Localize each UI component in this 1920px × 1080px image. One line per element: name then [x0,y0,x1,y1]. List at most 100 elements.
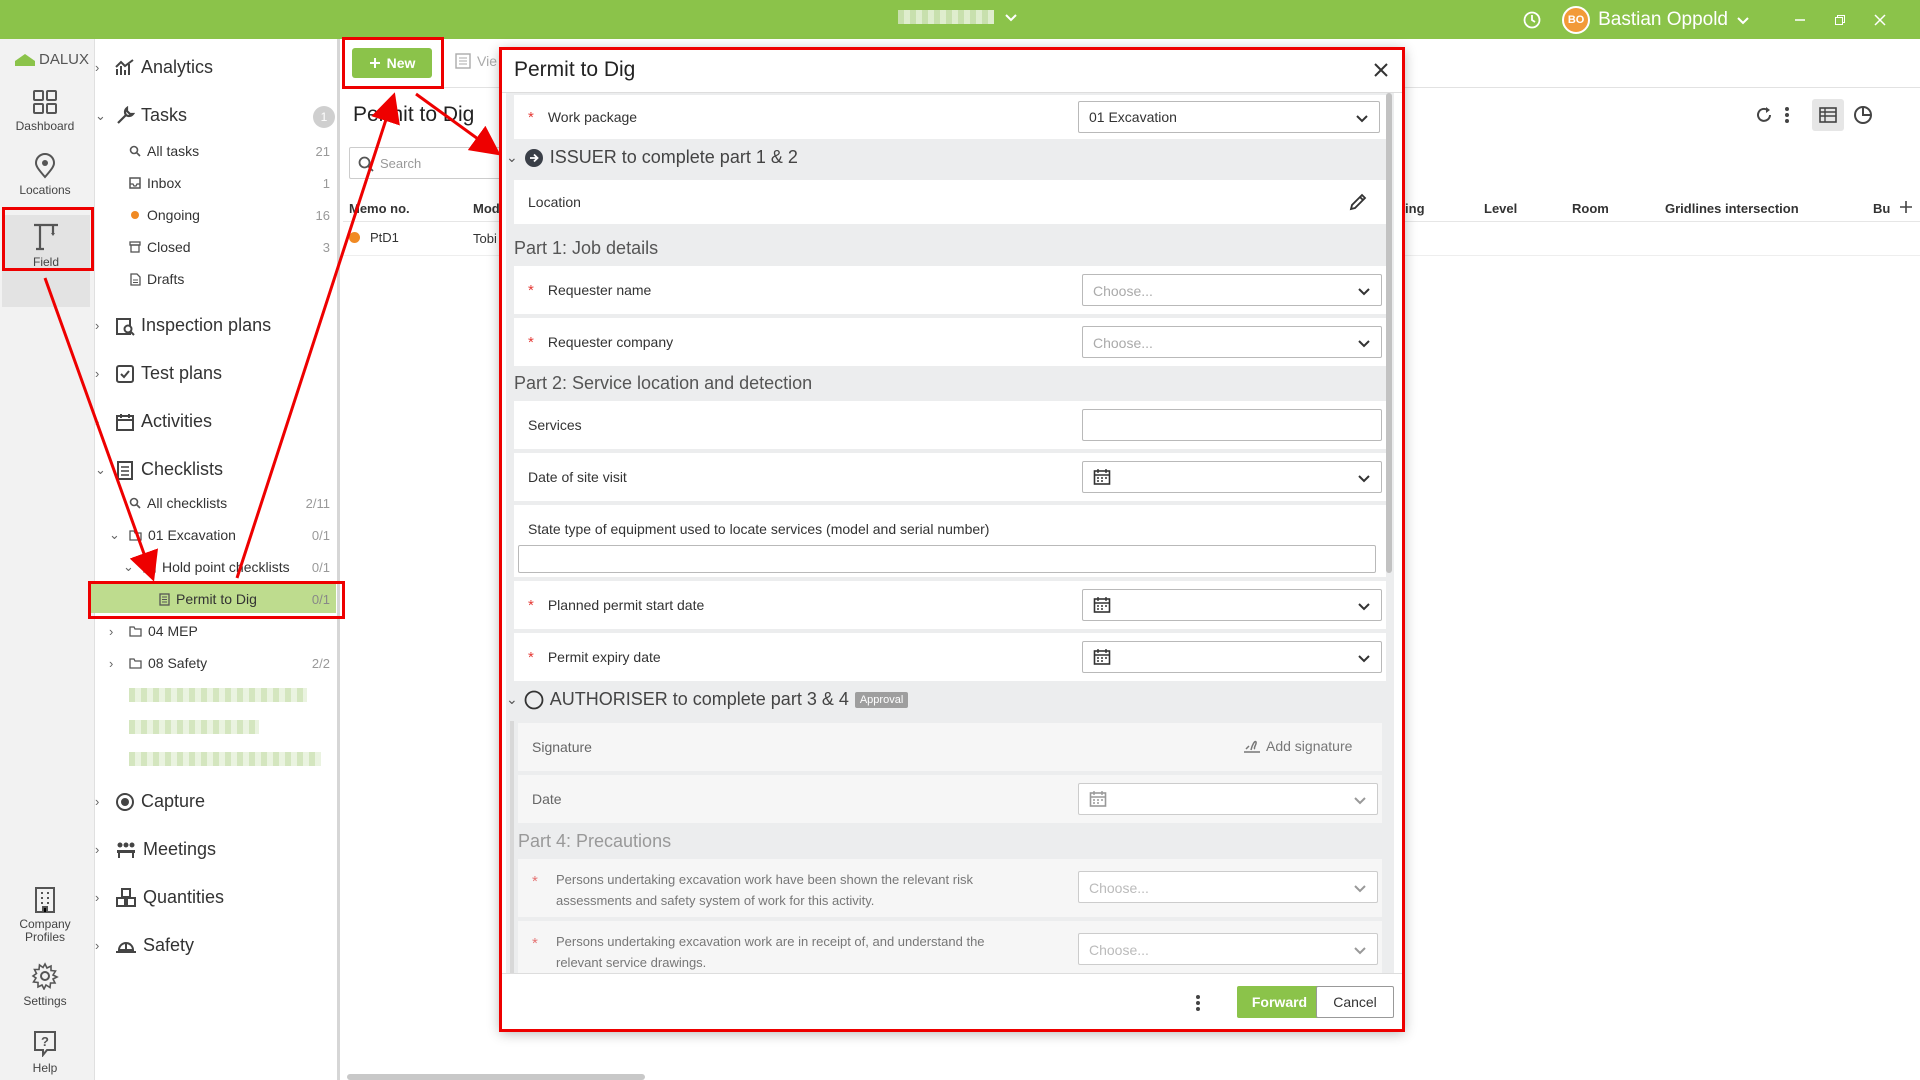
close-window-icon[interactable] [1860,13,1900,26]
minimize-icon[interactable] [1780,14,1820,26]
nav-all-tasks[interactable]: All tasks [129,143,199,159]
nav-inbox[interactable]: Inbox [129,175,181,191]
rail-settings[interactable]: Settings [0,962,90,1008]
column-header-bu[interactable]: Bu [1873,201,1890,216]
nav-tasks[interactable]: ⌄ Tasks [95,105,187,126]
permit-expiry-label: * Permit expiry date [528,649,661,666]
search-input[interactable]: Search [349,147,519,179]
refresh-icon[interactable] [1754,105,1774,125]
precaution-2-dropdown[interactable]: Choose... [1078,933,1378,965]
user-name[interactable]: Bastian Oppold [1598,9,1728,31]
more-vertical-icon[interactable] [1194,993,1202,1013]
new-button[interactable]: New [352,48,432,78]
label-text: Permit expiry date [547,649,661,665]
column-header-level[interactable]: Level [1484,201,1517,216]
avatar[interactable]: BO [1562,5,1591,34]
rail-label: Help [32,1061,58,1075]
part1-heading: Part 1: Job details [514,238,659,258]
chevron-down-icon [1357,651,1371,665]
nav-drafts[interactable]: Drafts [129,271,184,287]
chevron-right-icon: › [95,60,100,75]
nav-inspection-plans[interactable]: › Inspection plans [95,315,271,336]
vertical-scrollbar[interactable] [1386,93,1392,573]
add-column-icon[interactable] [1898,199,1914,215]
nav-all-checklists[interactable]: All checklists [129,495,227,511]
nav-label: Meetings [143,839,217,859]
status-dot-icon [131,211,139,219]
rail-locations[interactable]: Locations [0,153,90,197]
checklist-icon [115,460,135,480]
history-icon[interactable] [1522,10,1542,30]
location-pin-icon [0,153,90,179]
nav-folder-hold-point[interactable]: ⌄ Hold point checklists [123,559,290,575]
nav-activities[interactable]: › Activities [95,411,212,432]
chevron-down-icon: ⌄ [95,107,106,123]
cancel-button[interactable]: Cancel [1316,986,1394,1018]
horizontal-scrollbar[interactable] [347,1074,645,1080]
authoriser-date-picker[interactable] [1078,783,1378,815]
nav-test-plans[interactable]: › Test plans [95,363,222,384]
nav-quantities[interactable]: › Quantities [95,887,224,908]
folder-icon [129,625,142,637]
close-icon[interactable] [1372,61,1390,79]
nav-folder-01-excavation[interactable]: ⌄ 01 Excavation [109,527,236,543]
new-button-label: New [386,55,416,71]
nav-ongoing[interactable]: Ongoing [129,207,200,223]
rail-field[interactable]: Field [2,215,90,307]
nav-meetings[interactable]: › Meetings [95,839,216,860]
column-header-memo[interactable]: Memo no. [349,201,410,216]
nav-checklists[interactable]: ⌄ Checklists [95,459,223,480]
precaution-1-dropdown[interactable]: Choose... [1078,871,1378,903]
services-input[interactable] [1082,409,1382,441]
table-row[interactable]: PtD1 [349,230,399,245]
forward-button[interactable]: Forward [1237,986,1322,1018]
authoriser-group-header[interactable]: ⌄ AUTHORISER to complete part 3 & 4 Appr… [506,689,909,710]
requester-name-dropdown[interactable]: Choose... [1082,274,1382,306]
chevron-down-icon [1353,943,1367,957]
nav-permit-to-dig[interactable]: Permit to Dig [159,591,257,607]
nav-label: Analytics [141,57,214,77]
list-view-toggle[interactable] [1812,99,1844,131]
chevron-right-icon: › [95,318,100,333]
arrow-circle-icon [524,148,544,168]
services-row: Services [514,401,1386,449]
count: 3 [322,240,330,255]
nav-closed[interactable]: Closed [129,239,191,255]
restore-icon[interactable] [1820,14,1860,26]
rail-dashboard[interactable]: Dashboard [0,89,90,133]
permit-expiry-picker[interactable] [1082,641,1382,673]
rail-company-profiles[interactable]: Company Profiles [0,886,90,944]
edit-pencil-icon[interactable] [1348,192,1368,212]
rail-help[interactable]: ? Help [0,1029,90,1075]
view-button[interactable]: Vie [455,53,497,69]
chevron-down-icon[interactable] [1736,13,1750,27]
chevron-right-icon: › [95,890,100,905]
nav-analytics[interactable]: › Analytics [95,57,213,78]
label-text: Requester company [547,334,674,350]
more-vertical-icon[interactable] [1783,105,1791,125]
folder-icon [143,561,156,573]
column-header-mod[interactable]: Mod [473,201,500,216]
equipment-textarea[interactable] [518,545,1376,573]
nav-safety[interactable]: › Safety [95,935,194,956]
add-signature-button[interactable]: Add signature [1242,737,1352,755]
date-site-visit-picker[interactable] [1082,461,1382,493]
nav-capture[interactable]: › Capture [95,791,205,812]
chevron-right-icon: › [95,938,100,953]
column-header-room[interactable]: Room [1572,201,1609,216]
requester-name-row: * Requester name Choose... [514,266,1386,314]
dialog-header: Permit to Dig [500,48,1404,93]
row-mod: Tobi [473,231,497,246]
nav-folder-04-mep[interactable]: › 04 MEP [109,623,198,639]
planned-start-picker[interactable] [1082,589,1382,621]
nav-label: Activities [141,411,213,431]
status-dot-icon [349,232,360,243]
issuer-group-header[interactable]: ⌄ ISSUER to complete part 1 & 2 [506,147,798,168]
column-header-gridlines[interactable]: Gridlines intersection [1665,201,1799,216]
project-selector[interactable] [898,10,1018,24]
work-package-dropdown[interactable]: 01 Excavation [1078,101,1380,133]
nav-folder-08-safety[interactable]: › 08 Safety [109,655,207,671]
location-label: Location [528,194,581,210]
pie-chart-icon[interactable] [1853,105,1873,125]
requester-company-dropdown[interactable]: Choose... [1082,326,1382,358]
